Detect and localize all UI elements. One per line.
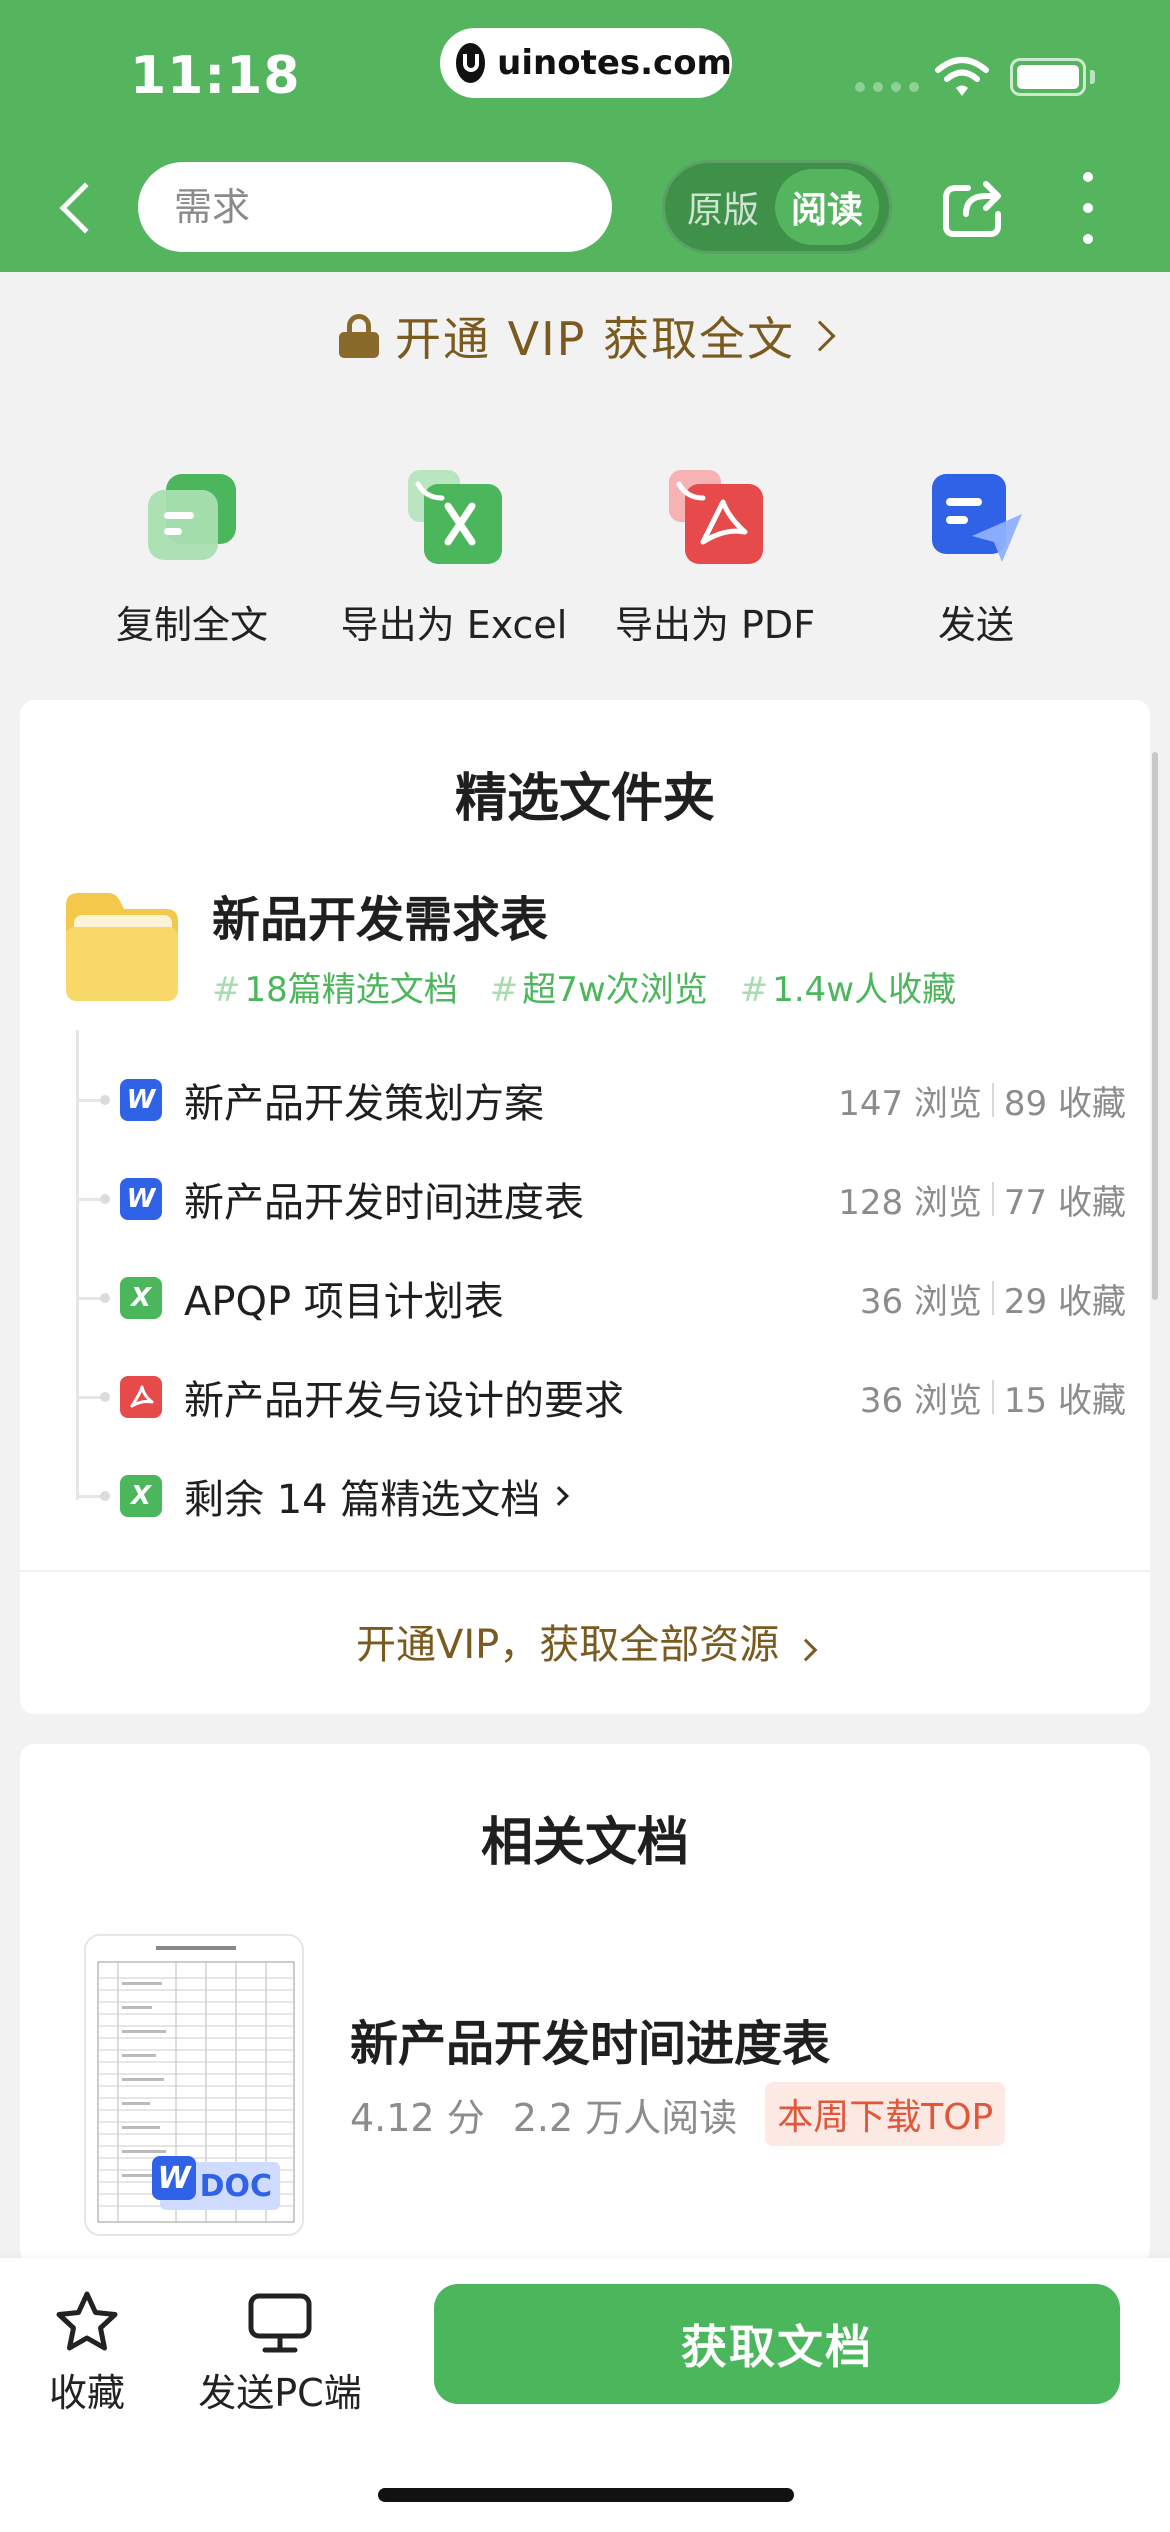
section-title: 精选文件夹 [454, 769, 715, 829]
folder-tags: #18篇精选文档 # 超7w次浏览 #1.4w人收藏 [212, 962, 956, 1011]
send-icon [932, 474, 1022, 562]
signal-dots-icon [855, 82, 919, 92]
home-indicator[interactable] [378, 2488, 794, 2502]
search-box[interactable] [138, 162, 612, 252]
word-doc-icon: W [152, 2156, 196, 2200]
action-send[interactable]: 发送 [846, 470, 1106, 649]
chevron-right-icon [794, 1638, 818, 1662]
lock-icon [338, 314, 379, 358]
send-to-pc-button[interactable]: 发送PC端 [192, 2288, 368, 2417]
doc-title: 新产品开发策划方案 [184, 1081, 544, 1127]
doc-title: APQP 项目计划表 [184, 1279, 504, 1325]
rank-badge: 本周下载TOP [765, 2082, 1006, 2146]
folder-more-item[interactable]: X 剩余 14 篇精选文档 [76, 1466, 1126, 1526]
folder-tag: #1.4w人收藏 [739, 970, 957, 1010]
doc-stats: 36 浏览 15 收藏 [859, 1380, 1126, 1421]
doc-title: 新产品开发与设计的要求 [184, 1378, 624, 1424]
action-label: 导出为 Excel [340, 603, 568, 647]
url-text: uinotes.com [497, 43, 732, 83]
action-label: 发送 [937, 603, 1014, 647]
monitor-icon [248, 2293, 312, 2353]
chevron-left-icon [59, 182, 111, 234]
excel-doc-icon: X [120, 1277, 162, 1319]
favorite-button[interactable]: 收藏 [44, 2288, 130, 2417]
mode-reading-option[interactable]: 阅读 [775, 169, 879, 245]
action-export-pdf[interactable]: 导出为 PDF [585, 470, 845, 649]
folder-doc-item[interactable]: X APQP 项目计划表 36 浏览 29 收藏 [76, 1268, 1126, 1328]
status-time: 11:18 [130, 46, 301, 106]
doc-score: 4.12 分 [350, 2095, 485, 2140]
vip-banner-text: 开通 VIP 获取全文 [394, 312, 796, 366]
back-button[interactable] [50, 168, 111, 248]
vip-banner[interactable]: 开通 VIP 获取全文 [0, 300, 1170, 372]
doc-title: 新产品开发时间进度表 [184, 1180, 584, 1226]
url-pill[interactable]: uinotes.com [440, 28, 732, 98]
star-icon [56, 2291, 118, 2351]
pdf-export-icon [669, 470, 763, 564]
excel-export-icon [408, 470, 502, 564]
chevron-right-icon [804, 320, 836, 352]
search-input[interactable] [174, 185, 574, 229]
featured-folder-card: 精选文件夹 新品开发需求表 #18篇精选文档 # 超7w次浏览 #1.4w人收藏 … [20, 700, 1150, 1714]
share-icon[interactable] [936, 172, 1008, 244]
doc-stats: 147 浏览 89 收藏 [838, 1083, 1126, 1124]
word-doc-icon: W [120, 1079, 162, 1121]
related-doc-meta: 4.12 分 2.2 万人阅读 本周下载TOP [350, 2082, 1006, 2146]
folder-doc-item[interactable]: 新产品开发与设计的要求 36 浏览 15 收藏 [76, 1367, 1126, 1427]
vip-resources-link[interactable]: 开通VIP，获取全部资源 [20, 1612, 1150, 1670]
site-logo-icon [456, 43, 486, 83]
section-title: 相关文档 [480, 1813, 689, 1873]
action-label: 复制全文 [115, 603, 268, 647]
battery-icon [1010, 58, 1086, 96]
chevron-right-icon [549, 1486, 570, 1506]
folder-tag: # 超7w次浏览 [489, 970, 708, 1010]
doc-stats: 36 浏览 29 收藏 [859, 1281, 1126, 1322]
pdf-doc-icon [120, 1376, 162, 1418]
folder-icon [66, 893, 178, 1001]
action-export-excel[interactable]: 导出为 Excel [324, 470, 584, 649]
doc-type-badge: W DOC [152, 2156, 280, 2210]
related-doc-title[interactable]: 新产品开发时间进度表 [350, 2004, 830, 2074]
mode-original-option[interactable]: 原版 [671, 169, 775, 245]
send-pc-label: 发送PC端 [198, 2371, 362, 2415]
word-doc-icon: W [120, 1178, 162, 1220]
action-label: 导出为 PDF [614, 603, 816, 647]
folder-doc-item[interactable]: W 新产品开发时间进度表 128 浏览 77 收藏 [76, 1169, 1126, 1229]
doc-stats: 128 浏览 77 收藏 [838, 1182, 1126, 1223]
folder-tag: #18篇精选文档 [212, 970, 458, 1010]
excel-doc-icon: X [120, 1475, 162, 1517]
top-header: 11:18 uinotes.com 原版 阅读 [0, 0, 1170, 272]
get-document-button[interactable]: 获取文档 [434, 2284, 1120, 2404]
scrollbar[interactable] [1152, 752, 1158, 1300]
wifi-icon [935, 57, 989, 96]
more-docs-text: 剩余 14 篇精选文档 [184, 1477, 541, 1523]
favorite-label: 收藏 [48, 2371, 125, 2415]
folder-name[interactable]: 新品开发需求表 [212, 880, 548, 950]
action-copy-all[interactable]: 复制全文 [62, 470, 322, 649]
related-docs-card: 相关文档 W DOC 新产品开发时间进度表 4.12 分 2.2 万人阅读 本周… [20, 1744, 1150, 2264]
quick-actions: 复制全文 导出为 Excel 导出为 PDF 发送 [0, 470, 1170, 647]
view-mode-toggle[interactable]: 原版 阅读 [662, 160, 892, 254]
doc-thumbnail[interactable]: W DOC [84, 1934, 304, 2236]
folder-doc-item[interactable]: W 新产品开发策划方案 147 浏览 89 收藏 [76, 1070, 1126, 1130]
more-options-icon[interactable] [1076, 172, 1100, 244]
divider [20, 1570, 1150, 1572]
copy-doc-icon [148, 474, 236, 560]
doc-reads: 2.2 万人阅读 [512, 2095, 738, 2140]
